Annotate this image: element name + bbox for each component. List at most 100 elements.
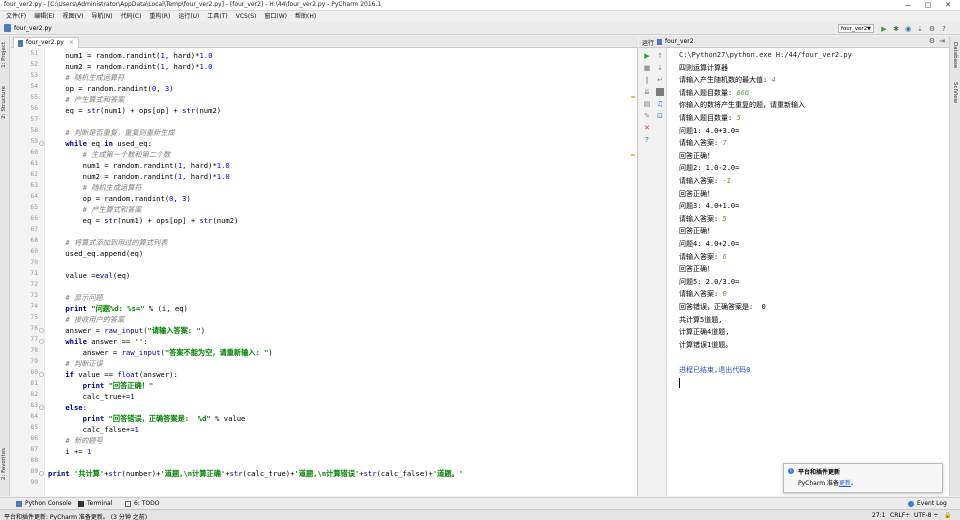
- fold-marker-icon[interactable]: [39, 471, 44, 476]
- code-line[interactable]: value =eval(eq): [48, 270, 130, 281]
- code-line[interactable]: # 随机生成运算符: [48, 182, 142, 193]
- scroll-end-icon[interactable]: ⇊: [643, 88, 651, 96]
- status-message[interactable]: 平台和插件更新: PyCharm 准备更新。 (3 分钟 之前): [4, 512, 147, 520]
- code-line[interactable]: while answer == '':: [48, 336, 147, 347]
- tab-database[interactable]: Database: [952, 42, 958, 68]
- update-notification[interactable]: i 平台和插件更新 PyCharm 准备更新。: [783, 463, 943, 493]
- pause-icon[interactable]: ‖: [643, 76, 651, 84]
- rerun-icon[interactable]: ▶: [643, 52, 651, 60]
- code-line[interactable]: used_eq.append(eq): [48, 248, 143, 259]
- tab-python-console[interactable]: Python Console: [16, 500, 72, 507]
- pin-icon[interactable]: ✎: [643, 112, 651, 120]
- code-line[interactable]: num2 = random.randint(1, hard)*1.0: [48, 61, 212, 72]
- menu-edit[interactable]: 编辑(E): [30, 11, 58, 22]
- stop-icon[interactable]: ■: [643, 64, 651, 72]
- code-line[interactable]: num1 = random.randint(1, hard)*1.0: [48, 50, 212, 61]
- editor-tab-four-ver2[interactable]: four_ver2.py ×: [13, 37, 79, 48]
- vcs-update-icon[interactable]: ⇣: [916, 25, 924, 33]
- help-icon[interactable]: ?: [643, 136, 651, 144]
- coverage-icon[interactable]: ◉: [904, 25, 912, 33]
- close-tab-icon[interactable]: ×: [69, 38, 74, 48]
- tab-project[interactable]: 1: Project: [1, 42, 7, 68]
- fold-marker-icon[interactable]: [39, 328, 44, 333]
- code-line[interactable]: num1 = random.randint(1, hard)*1.0: [48, 160, 230, 171]
- run-console-output[interactable]: C:\Python27\python.exe H:/44/four_ver2.p…: [679, 49, 947, 489]
- code-line[interactable]: calc_true+=1: [48, 391, 135, 402]
- code-line[interactable]: # 产生算式和答案: [48, 204, 142, 215]
- code-line[interactable]: op = random.randint(0, 3): [48, 83, 173, 94]
- line-separator[interactable]: CRLF÷: [890, 512, 910, 519]
- gear-icon[interactable]: ⚙: [929, 37, 935, 45]
- code-line[interactable]: eq = str(num1) + ops[op] + str(num2): [48, 105, 221, 116]
- caret-position[interactable]: 27:1: [872, 512, 885, 519]
- fold-marker-icon[interactable]: [39, 372, 44, 377]
- code-line[interactable]: answer = raw_input("请输入答案: "): [48, 325, 205, 336]
- minimize-button[interactable]: —: [898, 0, 918, 11]
- tab-event-log[interactable]: Event Log: [908, 500, 947, 507]
- menu-vcs[interactable]: VCS(S): [232, 11, 261, 22]
- maximize-button[interactable]: □: [918, 0, 938, 11]
- close-run-icon[interactable]: ✕: [643, 124, 651, 132]
- code-line[interactable]: i += 1: [48, 446, 91, 457]
- code-line[interactable]: while eq in used_eq:: [48, 138, 152, 149]
- menu-help[interactable]: 帮助(H): [291, 11, 320, 22]
- lock-icon[interactable]: 🔒: [944, 512, 951, 519]
- scroll-marker[interactable]: [631, 96, 635, 98]
- code-line[interactable]: else:: [48, 402, 87, 413]
- code-line[interactable]: if value == float(answer):: [48, 369, 178, 380]
- code-line[interactable]: answer = raw_input("答案不能为空，请重新输入: "): [48, 347, 273, 358]
- python-icon[interactable]: ♫: [656, 100, 664, 108]
- code-line[interactable]: # 将算式添加到用过的算式列表: [48, 237, 167, 248]
- menu-refactor[interactable]: 重构(R): [145, 11, 174, 22]
- code-line[interactable]: # 接收用户的答案: [48, 314, 124, 325]
- code-line[interactable]: # 判断正误: [48, 358, 102, 369]
- file-encoding[interactable]: UTF-8 ÷: [914, 512, 938, 519]
- code-line[interactable]: # 新的题号: [48, 435, 102, 446]
- hide-panel-icon[interactable]: ⇥: [939, 37, 945, 45]
- tab-structure[interactable]: 2: Structure: [1, 86, 7, 119]
- debug-icon[interactable]: ✱: [892, 25, 900, 33]
- code-line[interactable]: print "回答错误，正确答案是: %d" % value: [48, 413, 246, 424]
- code-line[interactable]: # 随机生成运算符: [48, 72, 124, 83]
- tab-favorites[interactable]: 2: Favorites: [1, 448, 7, 480]
- menu-run[interactable]: 运行(U): [174, 11, 203, 22]
- run-icon[interactable]: ▶: [880, 25, 888, 33]
- menu-code[interactable]: 代码(C): [117, 11, 146, 22]
- close-button[interactable]: ✕: [938, 0, 958, 11]
- print-icon[interactable]: ▤: [643, 100, 651, 108]
- run-configuration-select[interactable]: four_ver2 ▼: [838, 24, 874, 33]
- fold-marker-icon[interactable]: [39, 405, 44, 410]
- code-line[interactable]: print '共计算'+str(number)+'道题,\n计算正确'+str(…: [48, 468, 463, 479]
- soft-wrap-icon[interactable]: ↵: [656, 76, 664, 84]
- help-icon[interactable]: ?: [940, 25, 948, 33]
- down-icon[interactable]: ↓: [656, 64, 664, 72]
- up-icon[interactable]: ↑: [656, 52, 664, 60]
- code-line[interactable]: op = random.randint(0, 3): [48, 193, 191, 204]
- run-tab-config[interactable]: four_ver2: [657, 38, 694, 45]
- console-icon[interactable]: [656, 88, 664, 96]
- menu-tools[interactable]: 工具(T): [203, 11, 231, 22]
- console-caret[interactable]: [679, 377, 680, 388]
- update-link[interactable]: 更新: [839, 480, 851, 487]
- code-line[interactable]: # 产生算式和答案: [48, 94, 124, 105]
- menu-file[interactable]: 文件(F): [2, 11, 30, 22]
- tab-sciview[interactable]: SciView: [952, 82, 958, 103]
- tab-todo[interactable]: 6: TODO: [125, 500, 159, 507]
- fold-marker-icon[interactable]: [39, 141, 44, 146]
- scroll-marker[interactable]: [631, 154, 635, 156]
- code-line[interactable]: # 生成第一个数和第二个数: [48, 149, 171, 160]
- code-line[interactable]: calc_false+=1: [48, 424, 139, 435]
- code-line[interactable]: # 判断是否重复，重复则重新生成: [48, 127, 174, 138]
- menu-navigate[interactable]: 导航(N): [87, 11, 116, 22]
- menu-view[interactable]: 视图(V): [59, 11, 88, 22]
- settings-icon[interactable]: ⚙: [928, 25, 936, 33]
- tab-terminal[interactable]: Terminal: [78, 500, 112, 507]
- breadcrumb[interactable]: four_ver2.py: [4, 24, 52, 32]
- code-area[interactable]: num1 = random.randint(1, hard)*1.0 num2 …: [48, 48, 636, 496]
- fold-marker-icon[interactable]: [39, 339, 44, 344]
- trash-icon[interactable]: ⊡: [656, 112, 664, 120]
- code-line[interactable]: print "回答正确！": [48, 380, 154, 391]
- code-line[interactable]: num2 = random.randint(1, hard)*1.0: [48, 171, 230, 182]
- code-line[interactable]: # 显示问题: [48, 292, 102, 303]
- code-line[interactable]: print "问题%d: %s=" % (i, eq): [48, 303, 188, 314]
